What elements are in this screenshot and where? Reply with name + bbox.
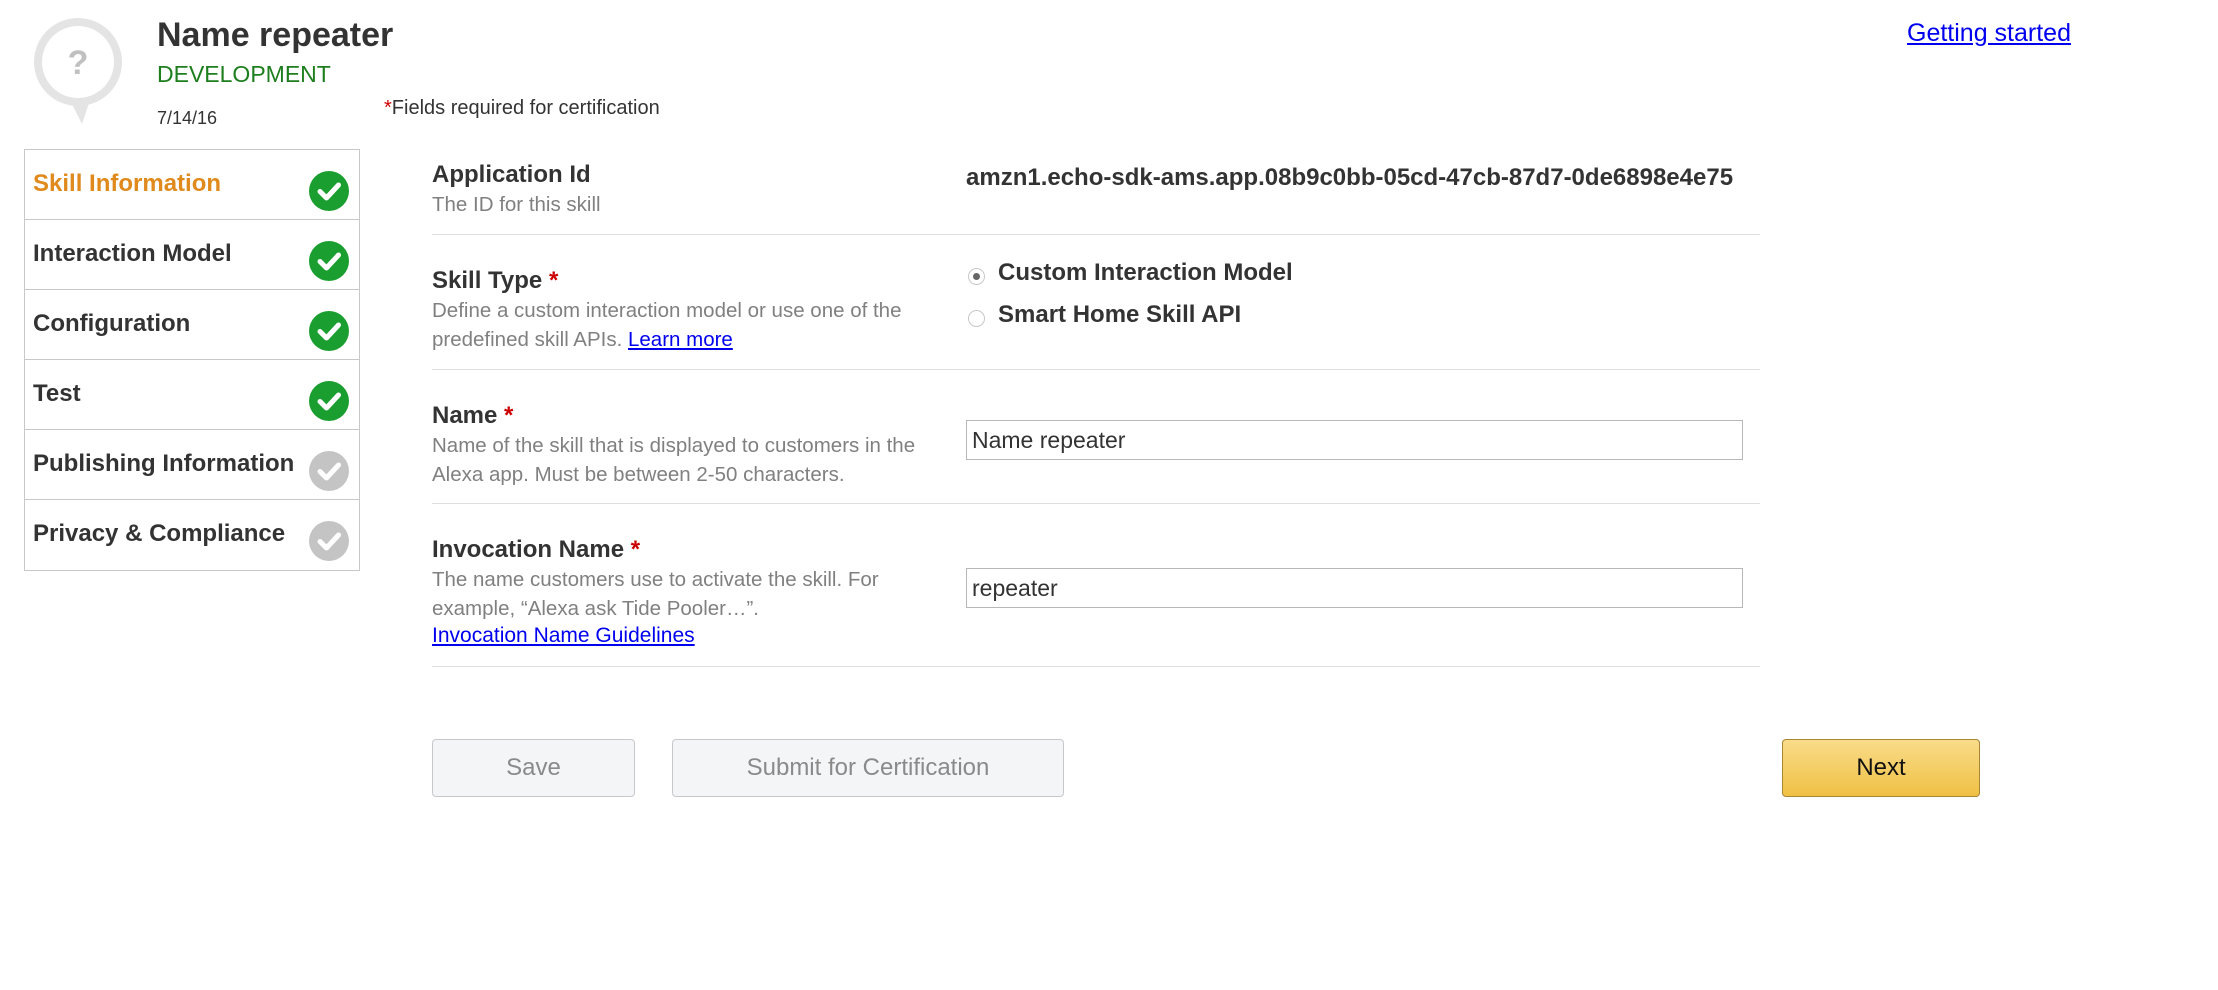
skill-type-row: Skill Type * Define a custom interaction… — [432, 235, 1760, 370]
sidebar-item-label: Interaction Model — [33, 240, 232, 267]
sidebar-item-label: Test — [33, 380, 81, 407]
name-description: Name of the skill that is displayed to c… — [432, 434, 916, 486]
checkmark-complete-icon — [309, 241, 349, 281]
sidebar-item-configuration[interactable]: Configuration — [25, 290, 359, 360]
skill-steps-sidebar: Skill Information Interaction Model Conf… — [24, 149, 360, 571]
skill-type-label: Skill Type * — [432, 267, 558, 295]
application-id-label: Application Id — [432, 161, 591, 188]
application-id-row: Application Id The ID for this skill amz… — [432, 149, 1760, 235]
skill-type-label-text: Skill Type — [432, 267, 543, 294]
invocation-name-label: Invocation Name * — [432, 536, 640, 564]
sidebar-item-publishing-information[interactable]: Publishing Information — [25, 430, 359, 500]
invocation-name-row: Invocation Name * The name customers use… — [432, 504, 1760, 667]
skill-type-description: Define a custom interaction model or use… — [432, 296, 962, 354]
sidebar-item-privacy-compliance[interactable]: Privacy & Compliance — [25, 500, 359, 570]
next-button[interactable]: Next — [1782, 739, 1980, 797]
required-fields-text: Fields required for certification — [391, 97, 660, 119]
skill-date: 7/14/16 — [157, 108, 218, 128]
required-fields-note: *Fields required for certification — [384, 97, 660, 120]
sidebar-item-test[interactable]: Test — [25, 360, 359, 430]
checkmark-pending-icon — [309, 521, 349, 561]
required-star: * — [504, 402, 514, 429]
name-input[interactable] — [966, 420, 1743, 460]
radio-label: Smart Home Skill API — [998, 301, 1242, 328]
invocation-name-label-text: Invocation Name — [432, 536, 625, 563]
checkmark-pending-icon — [309, 451, 349, 491]
question-mark-speech-bubble-icon: ? — [34, 18, 122, 124]
learn-more-link[interactable]: Learn more — [628, 328, 733, 351]
sidebar-item-label: Publishing Information — [33, 450, 295, 477]
checkmark-complete-icon — [309, 381, 349, 421]
sidebar-item-label: Skill Information — [33, 170, 222, 197]
name-label-text: Name — [432, 402, 498, 429]
invocation-name-input[interactable] — [966, 568, 1743, 608]
required-star: * — [548, 267, 559, 294]
checkmark-complete-icon — [309, 311, 349, 351]
name-label: Name * — [432, 402, 513, 430]
svg-text:?: ? — [68, 44, 89, 82]
sidebar-item-label: Privacy & Compliance — [33, 520, 286, 547]
radio-button-selected[interactable] — [968, 268, 985, 285]
invocation-name-guidelines-link[interactable]: Invocation Name Guidelines — [432, 624, 695, 648]
name-row: Name * Name of the skill that is display… — [432, 370, 1760, 504]
checkmark-complete-icon — [309, 171, 349, 211]
skill-information-form: Application Id The ID for this skill amz… — [432, 149, 1760, 667]
application-id-value: amzn1.echo-sdk-ams.app.08b9c0bb-05cd-47c… — [966, 164, 1734, 191]
getting-started-link[interactable]: Getting started — [1907, 19, 2071, 48]
save-button[interactable]: Save — [432, 739, 635, 797]
application-id-description: The ID for this skill — [432, 193, 601, 216]
skill-status-badge: DEVELOPMENT — [157, 61, 331, 87]
radio-button-unselected[interactable] — [968, 310, 985, 327]
radio-label: Custom Interaction Model — [998, 259, 1293, 286]
sidebar-item-label: Configuration — [33, 310, 191, 337]
skill-title: Name repeater — [157, 16, 394, 54]
submit-for-certification-button[interactable]: Submit for Certification — [672, 739, 1064, 797]
required-star: * — [630, 536, 641, 563]
invocation-name-description: The name customers use to activate the s… — [432, 568, 879, 620]
required-star: * — [384, 97, 392, 119]
skill-icon: ? — [30, 16, 126, 124]
sidebar-item-skill-information[interactable]: Skill Information — [25, 150, 359, 220]
sidebar-item-interaction-model[interactable]: Interaction Model — [25, 220, 359, 290]
